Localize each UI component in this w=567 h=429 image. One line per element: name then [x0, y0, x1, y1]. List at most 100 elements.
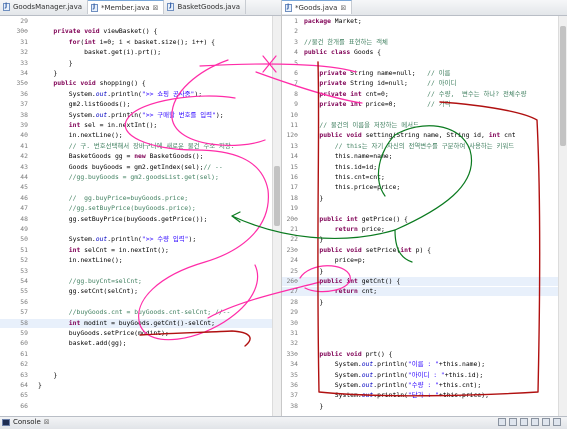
code-line[interactable]: 51 int selCnt = in.nextInt(); — [0, 246, 281, 255]
code-line[interactable]: 48 gg.setBuyPrice(buyGoods.getPrice()); — [0, 215, 281, 224]
code-line[interactable]: 66 — [0, 402, 281, 411]
code-line[interactable]: 37 System.out.println("단가 : "+this.price… — [282, 391, 567, 400]
code-line[interactable]: 13 // this는 자기 자신의 전역변수를 구분하여 사용하는 키워드 — [282, 142, 567, 151]
code-line[interactable]: 7 private String id=null; // 아이디 — [282, 79, 567, 88]
code-line[interactable]: 12⊖ public void setting(String name, Str… — [282, 131, 567, 140]
minimize-icon[interactable] — [542, 418, 550, 426]
code-line[interactable]: 50 System.out.println(">> 수량 입력"); — [0, 235, 281, 244]
code-line[interactable]: 45 — [0, 183, 281, 192]
line-number: 5 — [294, 58, 298, 67]
code-line[interactable]: 1 package Market; — [282, 17, 567, 26]
code-line[interactable]: 57 //buyGoods.cnt = buyGoods.cnt-selCnt;… — [0, 308, 281, 317]
code-line[interactable]: 46 // gg.buyPrice=buyGoods.price; — [0, 194, 281, 203]
code-line[interactable]: 11 // 물건의 이름을 저장하는 메서드 — [282, 121, 567, 130]
code-line[interactable]: 24 price=p; — [282, 256, 567, 265]
code-line[interactable]: 33 } — [0, 59, 281, 68]
editor-tab[interactable]: *Goods.java⊠ — [282, 0, 353, 14]
code-line[interactable]: 52 in.nextLine(); — [0, 256, 281, 265]
code-line[interactable]: 38 System.out.println(">> 구매할 번호를 입력"); — [0, 111, 281, 120]
close-icon[interactable]: ⊠ — [44, 418, 50, 426]
code-line[interactable]: 35⊖ public void shopping() { — [0, 79, 281, 88]
code-line[interactable]: 9 private int price=0; // 가격 — [282, 100, 567, 109]
close-icon[interactable]: ⊠ — [340, 4, 346, 12]
code-line[interactable]: 43 Goods buyGoods = gm2.getIndex(sel);//… — [0, 163, 281, 172]
code-line[interactable]: 38 } — [282, 402, 567, 411]
code-line[interactable]: 63 } — [0, 371, 281, 380]
code-line[interactable]: 4 public class Goods { — [282, 48, 567, 57]
code-line[interactable]: 60 basket.add(gg); — [0, 339, 281, 348]
code-line[interactable]: 37 gm2.listGoods(); — [0, 100, 281, 109]
maximize-icon[interactable] — [553, 418, 561, 426]
code-line[interactable]: 55 gg.setCnt(selCnt); — [0, 287, 281, 296]
code-line[interactable]: 40 in.nextLine(); — [0, 131, 281, 140]
code-text: //gg.buyGoods = gm2.goodsList.get(sel); — [68, 173, 219, 181]
right-scroll-thumb[interactable] — [560, 26, 566, 146]
code-line[interactable]: 62 — [0, 360, 281, 369]
line-number: 34 — [20, 69, 28, 77]
code-line[interactable]: 21 return price; — [282, 225, 567, 234]
code-line[interactable]: 29 — [0, 17, 281, 26]
code-line[interactable]: 36 System.out.println("수량 : "+this.cnt); — [282, 381, 567, 390]
code-line[interactable]: 30 — [282, 319, 567, 328]
code-line[interactable]: 44 //gg.buyGoods = gm2.goodsList.get(sel… — [0, 173, 281, 182]
code-line[interactable]: 30⊖ private void viewBasket() { — [0, 27, 281, 36]
left-scroll-thumb[interactable] — [274, 166, 280, 226]
code-line[interactable]: 6 private String name=null; // 이름 — [282, 69, 567, 78]
code-line[interactable]: 20⊖ public int getPrice() { — [282, 215, 567, 224]
code-line[interactable]: 61 — [0, 350, 281, 359]
code-line[interactable]: 33⊖ public void prt() { — [282, 350, 567, 359]
code-line[interactable]: 3 //물건 한개를 표현하는 객체 — [282, 38, 567, 47]
code-line[interactable]: 19 — [282, 204, 567, 213]
code-line[interactable]: 16 this.cnt=cnt; — [282, 173, 567, 182]
editor-tab[interactable]: GoodsManager.java — [0, 0, 89, 14]
editor-tab[interactable]: *Member.java⊠ — [88, 0, 165, 14]
code-line[interactable]: 65 — [0, 391, 281, 400]
code-line[interactable]: 5 — [282, 59, 567, 68]
code-line[interactable]: 47 //gg.setBuyPrice(buyGoods.price); — [0, 204, 281, 213]
code-line[interactable]: 18 } — [282, 194, 567, 203]
code-line[interactable]: 14 this.name=name; — [282, 152, 567, 161]
code-line[interactable]: 58 int modint = buyGoods.getCnt()-selCnt… — [0, 318, 281, 328]
code-line[interactable]: 31 — [282, 329, 567, 338]
close-icon[interactable]: ⊠ — [153, 4, 159, 12]
right-vertical-scrollbar[interactable] — [558, 16, 567, 416]
editor-tab[interactable]: BasketGoods.java — [164, 0, 247, 14]
code-line[interactable]: 49 — [0, 225, 281, 234]
code-line[interactable]: 17 this.price=price; — [282, 183, 567, 192]
code-line[interactable]: 64} — [0, 381, 281, 390]
code-line[interactable]: 35 System.out.println("아이디 : "+this.id); — [282, 371, 567, 380]
code-line[interactable]: 32 — [282, 339, 567, 348]
code-line[interactable]: 32 basket.get(i).prt(); — [0, 48, 281, 57]
console-tab[interactable]: Console ⊠ — [2, 418, 50, 426]
code-line[interactable]: 53 — [0, 267, 281, 276]
code-line[interactable]: 23⊖ public void setPrice(int p) { — [282, 246, 567, 255]
code-line[interactable]: 8 private int cnt=0; // 수량, 변수는 하나? 전체수량 — [282, 90, 567, 99]
code-line[interactable]: 31 for(int i=0; i < basket.size(); i++) … — [0, 38, 281, 47]
code-line[interactable]: 34 } — [0, 69, 281, 78]
scroll-lock-icon[interactable] — [509, 418, 517, 426]
member-code-area[interactable]: 29 30⊖ private void viewBasket() { 31 for(… — [0, 17, 281, 416]
code-line[interactable]: 10 — [282, 111, 567, 120]
code-line[interactable]: 27 return cnt; — [282, 287, 567, 297]
code-line[interactable]: 28 } — [282, 298, 567, 307]
code-line[interactable]: 39 int sel = in.nextInt(); — [0, 121, 281, 130]
code-line[interactable]: 59 buyGoods.setPrice(modint); — [0, 329, 281, 338]
code-line[interactable]: 56 — [0, 298, 281, 307]
code-line[interactable]: 22 } — [282, 235, 567, 244]
code-line[interactable]: 26⊖ public int getCnt() { — [282, 277, 567, 286]
code-line[interactable]: 29 — [282, 308, 567, 317]
goods-code-area[interactable]: 1 package Market; 2 3 //물건 한개를 표현하는 객체 4 publi… — [282, 17, 567, 416]
code-line[interactable]: 34 System.out.println("이름 : "+this.name)… — [282, 360, 567, 369]
code-line[interactable]: 15 this.id=id; — [282, 163, 567, 172]
code-line[interactable]: 2 — [282, 27, 567, 36]
code-line[interactable]: 41 // 구. 번호선택해서 장바구니에 새로운 물건 주소 저장. — [0, 142, 281, 151]
pin-console-icon[interactable] — [520, 418, 528, 426]
clear-console-icon[interactable] — [498, 418, 506, 426]
code-line[interactable]: 36 System.out.println(">> 쇼핑 공사중"); — [0, 90, 281, 99]
code-line[interactable]: 42 BasketGoods gg = new BasketGoods(); — [0, 152, 281, 161]
code-line[interactable]: 54 //gg.buyCnt=selCnt; — [0, 277, 281, 286]
left-vertical-scrollbar[interactable] — [272, 16, 281, 416]
code-line[interactable]: 25 } — [282, 267, 567, 276]
code-text: this.id=id; — [304, 162, 378, 171]
display-console-icon[interactable] — [531, 418, 539, 426]
